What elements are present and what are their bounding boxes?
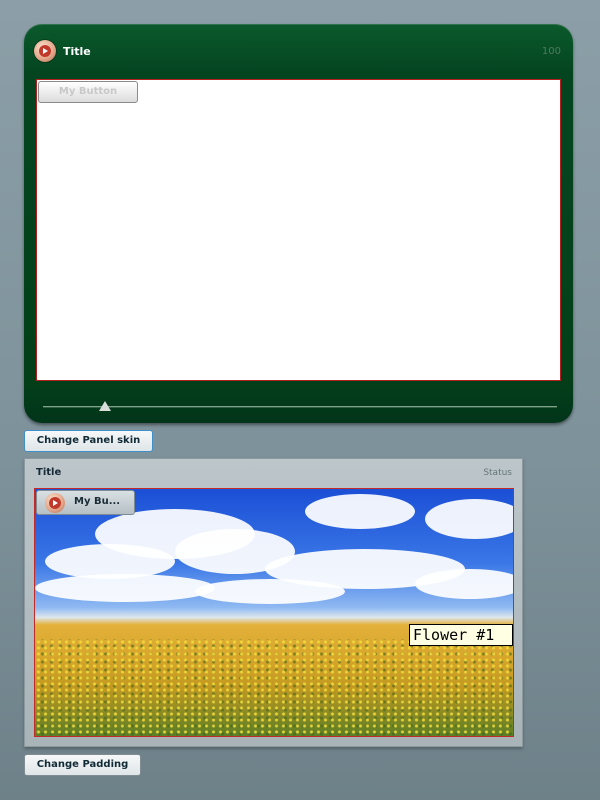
my-button-label: My Bu...: [74, 496, 121, 507]
image-caption: Flower #1: [409, 624, 513, 646]
panel-title: Title: [36, 467, 62, 478]
gray-panel: Title Status My Bu... Flower #1: [24, 458, 523, 747]
panel-content-area: My Button: [36, 79, 561, 381]
flower-field-image: My Bu... Flower #1: [34, 488, 514, 737]
panel-status: Status: [483, 468, 512, 478]
play-icon[interactable]: [34, 40, 56, 62]
flower-field: [35, 639, 513, 736]
slider-thumb[interactable]: [98, 401, 111, 411]
panel-status: 100: [541, 46, 561, 57]
green-panel: Title 100 My Button: [24, 24, 573, 423]
my-button[interactable]: My Bu...: [36, 490, 135, 515]
play-icon: [45, 493, 65, 513]
change-padding-button[interactable]: Change Padding: [24, 754, 141, 776]
my-button[interactable]: My Button: [38, 81, 138, 103]
change-panel-skin-button[interactable]: Change Panel skin: [24, 430, 153, 452]
panel-title: Title: [63, 45, 91, 58]
slider-track[interactable]: [43, 406, 557, 408]
